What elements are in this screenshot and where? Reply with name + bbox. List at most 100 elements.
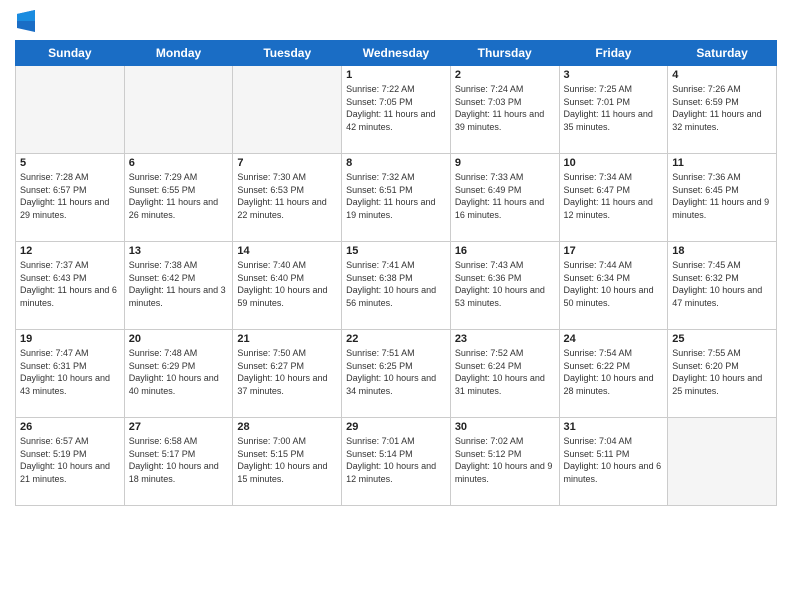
calendar-cell: 28 Sunrise: 7:00 AMSunset: 5:15 PMDayligh… <box>233 418 342 506</box>
day-number: 31 <box>564 421 664 433</box>
day-info: Sunrise: 7:00 AMSunset: 5:15 PMDaylight:… <box>237 435 337 485</box>
calendar-cell: 12 Sunrise: 7:37 AMSunset: 6:43 PMDayligh… <box>16 242 125 330</box>
calendar-cell: 20 Sunrise: 7:48 AMSunset: 6:29 PMDayligh… <box>124 330 233 418</box>
day-number: 17 <box>564 245 664 257</box>
day-number: 24 <box>564 333 664 345</box>
calendar-cell: 25 Sunrise: 7:55 AMSunset: 6:20 PMDayligh… <box>668 330 777 418</box>
calendar-cell: 6 Sunrise: 7:29 AMSunset: 6:55 PMDaylight… <box>124 154 233 242</box>
day-info: Sunrise: 7:33 AMSunset: 6:49 PMDaylight:… <box>455 171 555 221</box>
day-info: Sunrise: 7:48 AMSunset: 6:29 PMDaylight:… <box>129 347 229 397</box>
day-number: 28 <box>237 421 337 433</box>
day-info: Sunrise: 7:45 AMSunset: 6:32 PMDaylight:… <box>672 259 772 309</box>
day-info: Sunrise: 7:04 AMSunset: 5:11 PMDaylight:… <box>564 435 664 485</box>
day-header-sunday: Sunday <box>16 41 125 66</box>
calendar-cell: 18 Sunrise: 7:45 AMSunset: 6:32 PMDayligh… <box>668 242 777 330</box>
day-info: Sunrise: 6:57 AMSunset: 5:19 PMDaylight:… <box>20 435 120 485</box>
day-number: 5 <box>20 157 120 169</box>
day-info: Sunrise: 7:25 AMSunset: 7:01 PMDaylight:… <box>564 83 664 133</box>
day-number: 13 <box>129 245 229 257</box>
day-header-friday: Friday <box>559 41 668 66</box>
calendar-cell: 7 Sunrise: 7:30 AMSunset: 6:53 PMDaylight… <box>233 154 342 242</box>
day-number: 6 <box>129 157 229 169</box>
calendar-cell: 24 Sunrise: 7:54 AMSunset: 6:22 PMDayligh… <box>559 330 668 418</box>
day-number: 29 <box>346 421 446 433</box>
calendar-cell <box>233 66 342 154</box>
calendar-cell: 26 Sunrise: 6:57 AMSunset: 5:19 PMDayligh… <box>16 418 125 506</box>
calendar-cell: 2Sunrise: 7:24 AMSunset: 7:03 PMDaylight… <box>450 66 559 154</box>
calendar-cell: 5Sunrise: 7:28 AMSunset: 6:57 PMDaylight… <box>16 154 125 242</box>
calendar-cell: 1 Sunrise: 7:22 AMSunset: 7:05 PMDaylight… <box>342 66 451 154</box>
calendar-cell: 13Sunrise: 7:38 AMSunset: 6:42 PMDayligh… <box>124 242 233 330</box>
calendar-week-3: 19 Sunrise: 7:47 AMSunset: 6:31 PMDayligh… <box>16 330 777 418</box>
day-info: Sunrise: 7:26 AMSunset: 6:59 PMDaylight:… <box>672 83 772 133</box>
day-info: Sunrise: 7:50 AMSunset: 6:27 PMDaylight:… <box>237 347 337 397</box>
day-number: 7 <box>237 157 337 169</box>
calendar-week-1: 5Sunrise: 7:28 AMSunset: 6:57 PMDaylight… <box>16 154 777 242</box>
day-number: 15 <box>346 245 446 257</box>
day-number: 18 <box>672 245 772 257</box>
calendar-cell: 14Sunrise: 7:40 AMSunset: 6:40 PMDayligh… <box>233 242 342 330</box>
calendar-cell: 9 Sunrise: 7:33 AMSunset: 6:49 PMDaylight… <box>450 154 559 242</box>
day-number: 4 <box>672 69 772 81</box>
day-info: Sunrise: 7:34 AMSunset: 6:47 PMDaylight:… <box>564 171 664 221</box>
calendar-cell: 27 Sunrise: 6:58 AMSunset: 5:17 PMDayligh… <box>124 418 233 506</box>
calendar-cell: 10 Sunrise: 7:34 AMSunset: 6:47 PMDayligh… <box>559 154 668 242</box>
day-info: Sunrise: 6:58 AMSunset: 5:17 PMDaylight:… <box>129 435 229 485</box>
calendar-cell: 4 Sunrise: 7:26 AMSunset: 6:59 PMDaylight… <box>668 66 777 154</box>
day-info: Sunrise: 7:02 AMSunset: 5:12 PMDaylight:… <box>455 435 555 485</box>
day-info: Sunrise: 7:41 AMSunset: 6:38 PMDaylight:… <box>346 259 446 309</box>
day-number: 14 <box>237 245 337 257</box>
day-info: Sunrise: 7:55 AMSunset: 6:20 PMDaylight:… <box>672 347 772 397</box>
day-number: 23 <box>455 333 555 345</box>
day-header-tuesday: Tuesday <box>233 41 342 66</box>
day-info: Sunrise: 7:36 AMSunset: 6:45 PMDaylight:… <box>672 171 772 221</box>
calendar-cell: 17 Sunrise: 7:44 AMSunset: 6:34 PMDayligh… <box>559 242 668 330</box>
day-info: Sunrise: 7:22 AMSunset: 7:05 PMDaylight:… <box>346 83 446 133</box>
calendar-cell: 15 Sunrise: 7:41 AMSunset: 6:38 PMDayligh… <box>342 242 451 330</box>
day-number: 16 <box>455 245 555 257</box>
day-info: Sunrise: 7:47 AMSunset: 6:31 PMDaylight:… <box>20 347 120 397</box>
day-info: Sunrise: 7:54 AMSunset: 6:22 PMDaylight:… <box>564 347 664 397</box>
day-number: 11 <box>672 157 772 169</box>
day-number: 1 <box>346 69 446 81</box>
calendar-cell: 31 Sunrise: 7:04 AMSunset: 5:11 PMDayligh… <box>559 418 668 506</box>
day-info: Sunrise: 7:43 AMSunset: 6:36 PMDaylight:… <box>455 259 555 309</box>
calendar-cell <box>16 66 125 154</box>
logo-icon <box>17 10 35 32</box>
calendar-cell: 19 Sunrise: 7:47 AMSunset: 6:31 PMDayligh… <box>16 330 125 418</box>
day-info: Sunrise: 7:24 AMSunset: 7:03 PMDaylight:… <box>455 83 555 133</box>
day-info: Sunrise: 7:29 AMSunset: 6:55 PMDaylight:… <box>129 171 229 221</box>
calendar-cell: 11 Sunrise: 7:36 AMSunset: 6:45 PMDayligh… <box>668 154 777 242</box>
day-info: Sunrise: 7:32 AMSunset: 6:51 PMDaylight:… <box>346 171 446 221</box>
calendar-header-row: SundayMondayTuesdayWednesdayThursdayFrid… <box>16 41 777 66</box>
day-number: 22 <box>346 333 446 345</box>
day-number: 27 <box>129 421 229 433</box>
day-number: 21 <box>237 333 337 345</box>
calendar-cell: 30Sunrise: 7:02 AMSunset: 5:12 PMDayligh… <box>450 418 559 506</box>
day-info: Sunrise: 7:30 AMSunset: 6:53 PMDaylight:… <box>237 171 337 221</box>
day-number: 12 <box>20 245 120 257</box>
day-info: Sunrise: 7:37 AMSunset: 6:43 PMDaylight:… <box>20 259 120 309</box>
calendar-cell <box>124 66 233 154</box>
day-number: 10 <box>564 157 664 169</box>
day-header-thursday: Thursday <box>450 41 559 66</box>
calendar-cell: 8 Sunrise: 7:32 AMSunset: 6:51 PMDaylight… <box>342 154 451 242</box>
day-number: 9 <box>455 157 555 169</box>
calendar-week-4: 26 Sunrise: 6:57 AMSunset: 5:19 PMDayligh… <box>16 418 777 506</box>
calendar-cell: 23 Sunrise: 7:52 AMSunset: 6:24 PMDayligh… <box>450 330 559 418</box>
calendar-cell: 3 Sunrise: 7:25 AMSunset: 7:01 PMDaylight… <box>559 66 668 154</box>
calendar-cell: 21 Sunrise: 7:50 AMSunset: 6:27 PMDayligh… <box>233 330 342 418</box>
day-number: 25 <box>672 333 772 345</box>
day-number: 8 <box>346 157 446 169</box>
day-number: 20 <box>129 333 229 345</box>
day-info: Sunrise: 7:52 AMSunset: 6:24 PMDaylight:… <box>455 347 555 397</box>
calendar-week-2: 12 Sunrise: 7:37 AMSunset: 6:43 PMDayligh… <box>16 242 777 330</box>
calendar-cell: 22Sunrise: 7:51 AMSunset: 6:25 PMDayligh… <box>342 330 451 418</box>
day-number: 26 <box>20 421 120 433</box>
calendar-week-0: 1 Sunrise: 7:22 AMSunset: 7:05 PMDaylight… <box>16 66 777 154</box>
day-info: Sunrise: 7:44 AMSunset: 6:34 PMDaylight:… <box>564 259 664 309</box>
day-header-wednesday: Wednesday <box>342 41 451 66</box>
day-number: 3 <box>564 69 664 81</box>
day-number: 19 <box>20 333 120 345</box>
day-info: Sunrise: 7:01 AMSunset: 5:14 PMDaylight:… <box>346 435 446 485</box>
